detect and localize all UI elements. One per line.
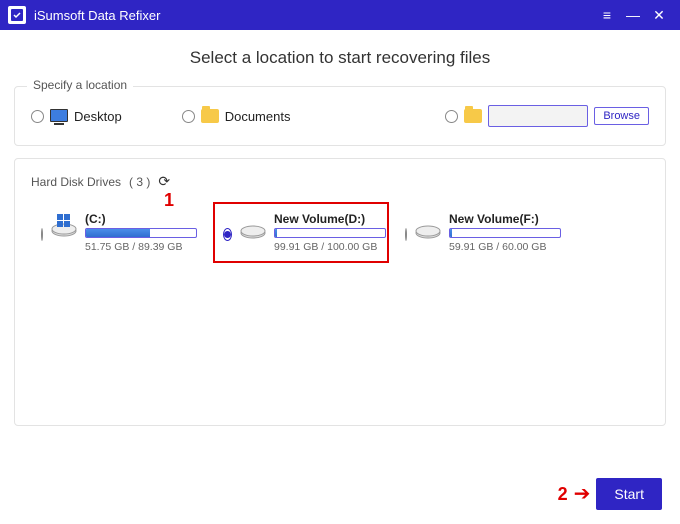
drives-header: Hard Disk Drives ( 3 ) ⟳: [31, 173, 649, 190]
specify-location-title: Specify a location: [27, 78, 133, 92]
drive-c[interactable]: (C:) 51.75 GB / 89.39 GB: [31, 202, 207, 263]
hdd-icon: [240, 224, 266, 242]
radio-icon: [445, 110, 458, 123]
footer: 2 ➔ Start: [558, 478, 662, 510]
drive-size: 59.91 GB / 60.00 GB: [449, 241, 561, 253]
app-logo: [8, 6, 26, 24]
hdd-icon: [51, 222, 77, 240]
start-button[interactable]: Start: [596, 478, 662, 510]
location-label: Desktop: [74, 109, 122, 124]
radio-icon: [31, 110, 44, 123]
specify-location-panel: Specify a location Desktop Documents Bro…: [14, 86, 666, 146]
usage-bar: [274, 228, 386, 238]
drive-name: (C:): [85, 212, 197, 226]
arrow-icon: ➔: [574, 484, 591, 504]
radio-icon: [41, 228, 43, 241]
drive-d[interactable]: New Volume(D:) 99.91 GB / 100.00 GB: [213, 202, 389, 263]
minimize-icon[interactable]: —: [620, 0, 646, 30]
documents-icon: [201, 109, 219, 123]
custom-path-input[interactable]: [488, 105, 588, 127]
drive-name: New Volume(D:): [274, 212, 386, 226]
desktop-icon: [50, 109, 68, 123]
page-title: Select a location to start recovering fi…: [14, 48, 666, 68]
drives-panel: Hard Disk Drives ( 3 ) ⟳ (C:) 51.75 GB /…: [14, 158, 666, 426]
drive-size: 99.91 GB / 100.00 GB: [274, 241, 386, 253]
browse-button[interactable]: Browse: [594, 107, 649, 125]
app-title: iSumsoft Data Refixer: [34, 8, 594, 23]
drives-count: ( 3 ): [129, 175, 150, 189]
radio-icon: [405, 228, 407, 241]
refresh-icon[interactable]: ⟳: [158, 173, 170, 190]
main-area: Select a location to start recovering fi…: [0, 30, 680, 426]
usage-bar: [449, 228, 561, 238]
drive-f[interactable]: New Volume(F:) 59.91 GB / 60.00 GB: [395, 202, 571, 263]
menu-icon[interactable]: ≡: [594, 0, 620, 30]
radio-icon: [182, 110, 195, 123]
drives-row: (C:) 51.75 GB / 89.39 GB New Volume(D:) …: [31, 202, 649, 263]
drive-name: New Volume(F:): [449, 212, 561, 226]
location-custom[interactable]: Browse: [445, 105, 649, 127]
folder-icon: [464, 109, 482, 123]
annotation-step-2: 2: [558, 484, 568, 505]
titlebar: iSumsoft Data Refixer ≡ — ✕: [0, 0, 680, 30]
location-label: Documents: [225, 109, 291, 124]
annotation-step-1: 1: [164, 190, 174, 211]
hdd-icon: [415, 224, 441, 242]
drive-size: 51.75 GB / 89.39 GB: [85, 241, 197, 253]
drives-title: Hard Disk Drives: [31, 175, 121, 189]
radio-icon: [223, 228, 232, 241]
usage-bar: [85, 228, 197, 238]
location-documents[interactable]: Documents: [182, 109, 291, 124]
location-desktop[interactable]: Desktop: [31, 109, 122, 124]
close-icon[interactable]: ✕: [646, 0, 672, 30]
